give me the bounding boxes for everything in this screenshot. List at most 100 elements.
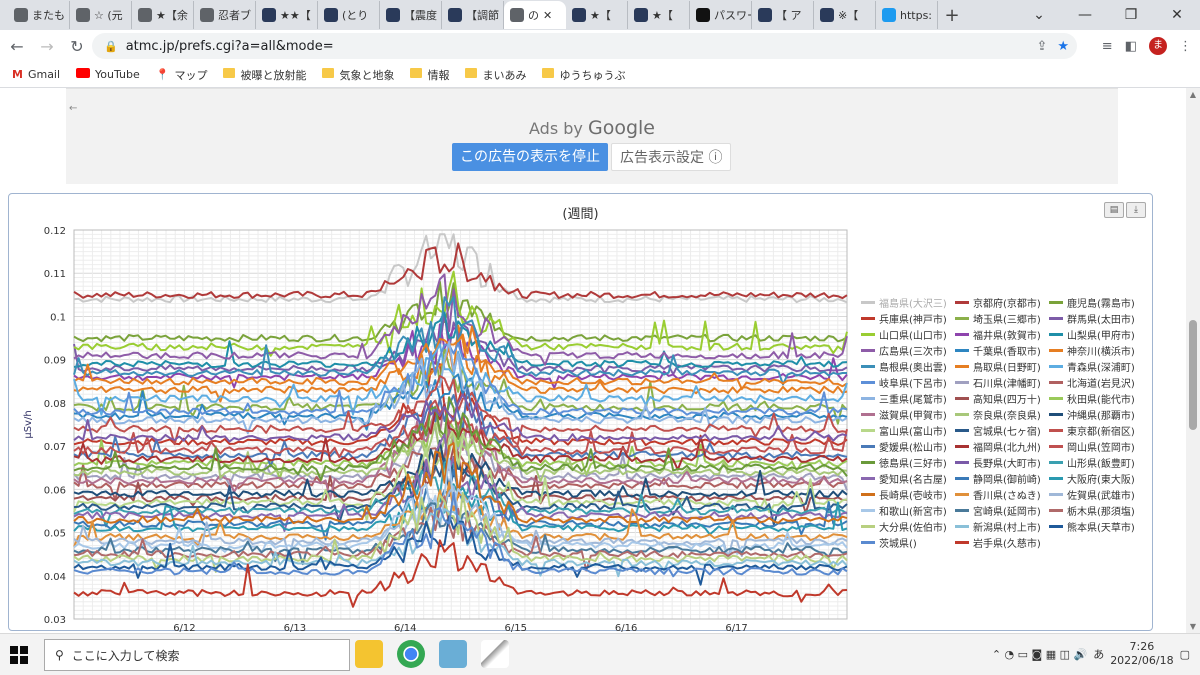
legend-item[interactable]: 山形県(飯豊町) [1049, 454, 1149, 470]
tab-0[interactable]: またも [8, 1, 70, 29]
legend-item[interactable]: 長崎県(壱岐市) [861, 486, 955, 502]
new-tab-button[interactable]: + [938, 5, 966, 26]
share-icon[interactable]: ⇪ [1036, 39, 1047, 54]
ime-indicator[interactable]: あ [1093, 646, 1104, 662]
legend-item[interactable]: 山口県(山口市) [861, 326, 955, 342]
tab-3[interactable]: 忍者ブ [194, 1, 256, 29]
bookmark-3[interactable]: 被曝と放射能 [223, 67, 306, 83]
file-explorer-icon[interactable] [355, 640, 383, 668]
legend-item[interactable]: 広島県(三次市) [861, 342, 955, 358]
legend-item[interactable]: 愛媛県(松山市) [861, 438, 955, 454]
bookmark-4[interactable]: 気象と地象 [322, 67, 394, 83]
tab-6[interactable]: 【震度 [380, 1, 442, 29]
legend-item[interactable]: 香川県(さぬき) [955, 486, 1049, 502]
tab-10[interactable]: ★【 [628, 1, 690, 29]
tab-7[interactable]: 【調節 [442, 1, 504, 29]
scroll-down-icon[interactable]: ▼ [1186, 622, 1200, 631]
legend-item[interactable]: 大阪府(東大阪) [1049, 470, 1149, 486]
legend-item[interactable]: 福岡県(北九州) [955, 438, 1049, 454]
legend-item[interactable]: 鳥取県(日野町) [955, 358, 1049, 374]
legend-item[interactable]: 愛知県(名古屋) [861, 470, 955, 486]
legend-item[interactable]: 京都府(京都市) [955, 294, 1049, 310]
legend-item[interactable]: 秋田県(能代市) [1049, 390, 1149, 406]
legend-item[interactable]: 栃木県(那須塩) [1049, 502, 1149, 518]
forward-button[interactable]: → [34, 37, 60, 56]
legend-item[interactable]: 滋賀県(甲賀市) [861, 406, 955, 422]
legend-item[interactable]: 青森県(深浦町) [1049, 358, 1149, 374]
tab-2[interactable]: ★【余 [132, 1, 194, 29]
legend-item[interactable]: 大分県(佐伯市) [861, 518, 955, 534]
tab-8[interactable]: の ✕ [504, 1, 566, 29]
bookmark-7[interactable]: ゆうちゅうぶ [542, 67, 625, 83]
legend-item[interactable]: 群馬県(太田市) [1049, 310, 1149, 326]
ad-back-icon[interactable]: ← [69, 103, 77, 114]
bookmark-star-icon[interactable]: ★ [1057, 39, 1069, 54]
legend-item[interactable]: 高知県(四万十) [955, 390, 1049, 406]
reading-list-icon[interactable]: ≡ [1102, 39, 1113, 54]
legend-item[interactable]: 三重県(尾鷲市) [861, 390, 955, 406]
legend-item[interactable]: 神奈川(横浜市) [1049, 342, 1149, 358]
legend-item[interactable]: 福島県(大沢三) [861, 294, 955, 310]
tab-5[interactable]: (とり [318, 1, 380, 29]
legend-item[interactable]: 東京都(新宿区) [1049, 422, 1149, 438]
legend-item[interactable]: 奈良県(奈良県) [955, 406, 1049, 422]
legend-item[interactable]: 熊本県(天草市) [1049, 518, 1149, 534]
legend-item[interactable]: 岐阜県(下呂市) [861, 374, 955, 390]
back-button[interactable]: ← [4, 37, 30, 56]
legend-item[interactable]: 岡山県(笠岡市) [1049, 438, 1149, 454]
bookmark-2[interactable]: 📍 マップ [156, 67, 208, 83]
legend-item[interactable]: 山梨県(甲府市) [1049, 326, 1149, 342]
pen-icon[interactable] [481, 640, 509, 668]
stop-ad-button[interactable]: この広告の表示を停止 [452, 143, 608, 171]
bookmark-0[interactable]: M Gmail [12, 68, 60, 81]
tab-14[interactable]: https: [876, 1, 938, 29]
legend-item[interactable]: 福井県(敦賀市) [955, 326, 1049, 342]
tab-11[interactable]: パスワー [690, 1, 752, 29]
clock[interactable]: 7:26 2022/06/18 [1110, 640, 1173, 668]
tab-search-icon[interactable]: ⌄ [1016, 0, 1062, 30]
legend-item[interactable]: 宮城県(七ヶ宿) [955, 422, 1049, 438]
legend-item[interactable]: 宮崎県(延岡市) [955, 502, 1049, 518]
close-window-button[interactable]: ✕ [1154, 0, 1200, 30]
legend-item[interactable]: 新潟県(村上市) [955, 518, 1049, 534]
app-icon[interactable] [439, 640, 467, 668]
legend-item[interactable]: 埼玉県(三郷市) [955, 310, 1049, 326]
legend-item[interactable]: 茨城県() [861, 534, 955, 550]
restore-button[interactable]: ❐ [1108, 0, 1154, 30]
close-tab-icon[interactable]: ✕ [543, 9, 552, 22]
legend-item[interactable]: 石川県(津幡町) [955, 374, 1049, 390]
legend-item[interactable]: 富山県(富山市) [861, 422, 955, 438]
address-bar[interactable]: 🔒 atmc.jp/prefs.cgi?a=all&mode= ⇪ ★ [92, 33, 1077, 59]
tab-9[interactable]: ★【 [566, 1, 628, 29]
legend-item[interactable]: 鹿児島(霧島市) [1049, 294, 1149, 310]
tray-icons[interactable]: ⌃ ◔ ▭ ◙ ▦ ◫ 🔊 [992, 648, 1087, 661]
tab-13[interactable]: ※【 [814, 1, 876, 29]
ad-settings-button[interactable]: 広告表示設定 ⓘ [611, 143, 732, 171]
legend-item[interactable]: 佐賀県(武雄市) [1049, 486, 1149, 502]
side-panel-icon[interactable]: ◧ [1125, 39, 1137, 54]
legend-item[interactable]: 北海道(岩見沢) [1049, 374, 1149, 390]
bookmark-1[interactable]: YouTube [76, 68, 140, 81]
page-scrollbar[interactable]: ▲ ▼ [1186, 88, 1200, 633]
legend-item[interactable]: 和歌山(新宮市) [861, 502, 955, 518]
bookmark-5[interactable]: 情報 [410, 67, 449, 83]
legend-item[interactable]: 島根県(奥出雲) [861, 358, 955, 374]
legend-item[interactable]: 岩手県(久慈市) [955, 534, 1049, 550]
menu-icon[interactable]: ⋮ [1179, 39, 1192, 54]
tab-12[interactable]: 【 ア [752, 1, 814, 29]
scrollbar-thumb[interactable] [1189, 320, 1197, 430]
chrome-icon[interactable] [397, 640, 425, 668]
legend-item[interactable]: 静岡県(御前崎) [955, 470, 1049, 486]
reload-button[interactable]: ↻ [64, 37, 90, 56]
profile-avatar[interactable]: ま [1149, 37, 1167, 55]
tab-4[interactable]: ★★【 [256, 1, 318, 29]
minimize-button[interactable]: — [1062, 0, 1108, 30]
legend-item[interactable]: 千葉県(香取市) [955, 342, 1049, 358]
legend-item[interactable]: 徳島県(三好市) [861, 454, 955, 470]
tab-1[interactable]: ☆ (元 [70, 1, 132, 29]
legend-item[interactable]: 沖縄県(那覇市) [1049, 406, 1149, 422]
start-button[interactable] [10, 646, 28, 664]
legend-item[interactable]: 長野県(大町市) [955, 454, 1049, 470]
bookmark-6[interactable]: まいあみ [465, 67, 526, 83]
notification-icon[interactable]: ▢ [1180, 648, 1190, 661]
